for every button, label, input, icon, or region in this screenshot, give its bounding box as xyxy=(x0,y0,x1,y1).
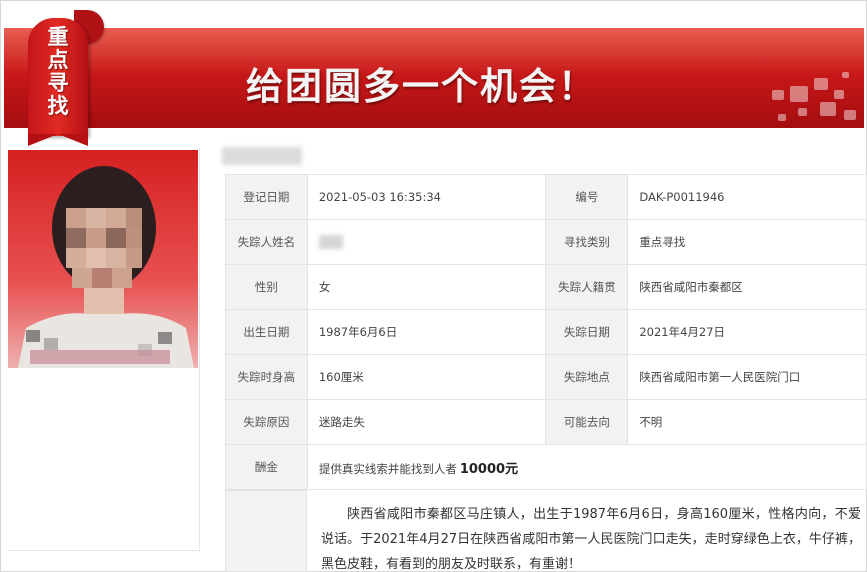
decorative-squares xyxy=(754,28,864,128)
value-search-category: 重点寻找 xyxy=(627,219,867,265)
table-row: 性别 女 失踪人籍贯 陕西省咸阳市秦都区 xyxy=(225,264,867,310)
table-row: 登记日期 2021-05-03 16:35:34 编号 DAK-P0011946 xyxy=(225,174,867,220)
description-label-cell xyxy=(225,490,307,572)
reward-amount: 10000元 xyxy=(459,461,519,477)
value-possible-destination: 不明 xyxy=(627,399,867,445)
value-missing-location: 陕西省咸阳市第一人民医院门口 xyxy=(627,354,867,400)
info-table: 登记日期 2021-05-03 16:35:34 编号 DAK-P0011946… xyxy=(225,174,867,490)
label-missing-reason: 失踪原因 xyxy=(225,399,308,445)
table-row: 失踪人姓名 寻找类别 重点寻找 xyxy=(225,219,867,265)
label-search-category: 寻找类别 xyxy=(545,219,629,265)
value-case-number: DAK-P0011946 xyxy=(627,174,867,220)
value-missing-name xyxy=(306,219,547,265)
label-missing-location: 失踪地点 xyxy=(545,354,629,400)
table-row: 失踪原因 迷路走失 可能去向 不明 xyxy=(225,399,867,445)
photo-column xyxy=(4,148,200,552)
header-banner: 给团圆多一个机会！ xyxy=(4,28,864,128)
label-case-number: 编号 xyxy=(545,174,629,220)
table-row: 出生日期 1987年6月6日 失踪日期 2021年4月27日 xyxy=(225,309,867,355)
label-missing-date: 失踪日期 xyxy=(545,309,629,355)
value-missing-date: 2021年4月27日 xyxy=(627,309,867,355)
table-row: 酬金 提供真实线索并能找到人者 10000元 xyxy=(225,444,867,490)
missing-person-name: ██████ xyxy=(222,147,302,165)
label-missing-name: 失踪人姓名 xyxy=(225,219,308,265)
label-native-place: 失踪人籍贯 xyxy=(545,264,629,310)
ribbon-label: 重 点 寻 找 xyxy=(47,25,69,118)
value-reward: 提供真实线索并能找到人者 10000元 xyxy=(306,444,867,490)
value-gender: 女 xyxy=(306,264,547,310)
table-row: 失踪时身高 160厘米 失踪地点 陕西省咸阳市第一人民医院门口 xyxy=(225,354,867,400)
label-possible-destination: 可能去向 xyxy=(545,399,629,445)
reward-text: 提供真实线索并能找到人者 xyxy=(318,461,457,476)
value-registration-date: 2021-05-03 16:35:34 xyxy=(306,174,547,220)
label-birth-date: 出生日期 xyxy=(225,309,308,355)
label-height: 失踪时身高 xyxy=(225,354,308,400)
value-birth-date: 1987年6月6日 xyxy=(306,309,547,355)
banner-slogan: 给团圆多一个机会！ xyxy=(246,65,597,108)
value-missing-reason: 迷路走失 xyxy=(306,399,547,445)
missing-person-photo xyxy=(8,150,198,368)
description-row: 陕西省咸阳市秦都区马庄镇人，出生于1987年6月6日，身高160厘米，性格内向，… xyxy=(225,490,867,572)
label-registration-date: 登记日期 xyxy=(225,174,308,220)
description-text: 陕西省咸阳市秦都区马庄镇人，出生于1987年6月6日，身高160厘米，性格内向，… xyxy=(321,507,861,572)
label-gender: 性别 xyxy=(225,264,308,310)
value-height: 160厘米 xyxy=(306,354,547,400)
featured-search-ribbon: 重 点 寻 找 xyxy=(18,8,106,146)
label-reward: 酬金 xyxy=(225,444,308,490)
value-native-place: 陕西省咸阳市秦都区 xyxy=(627,264,867,310)
redacted-name xyxy=(318,235,343,250)
